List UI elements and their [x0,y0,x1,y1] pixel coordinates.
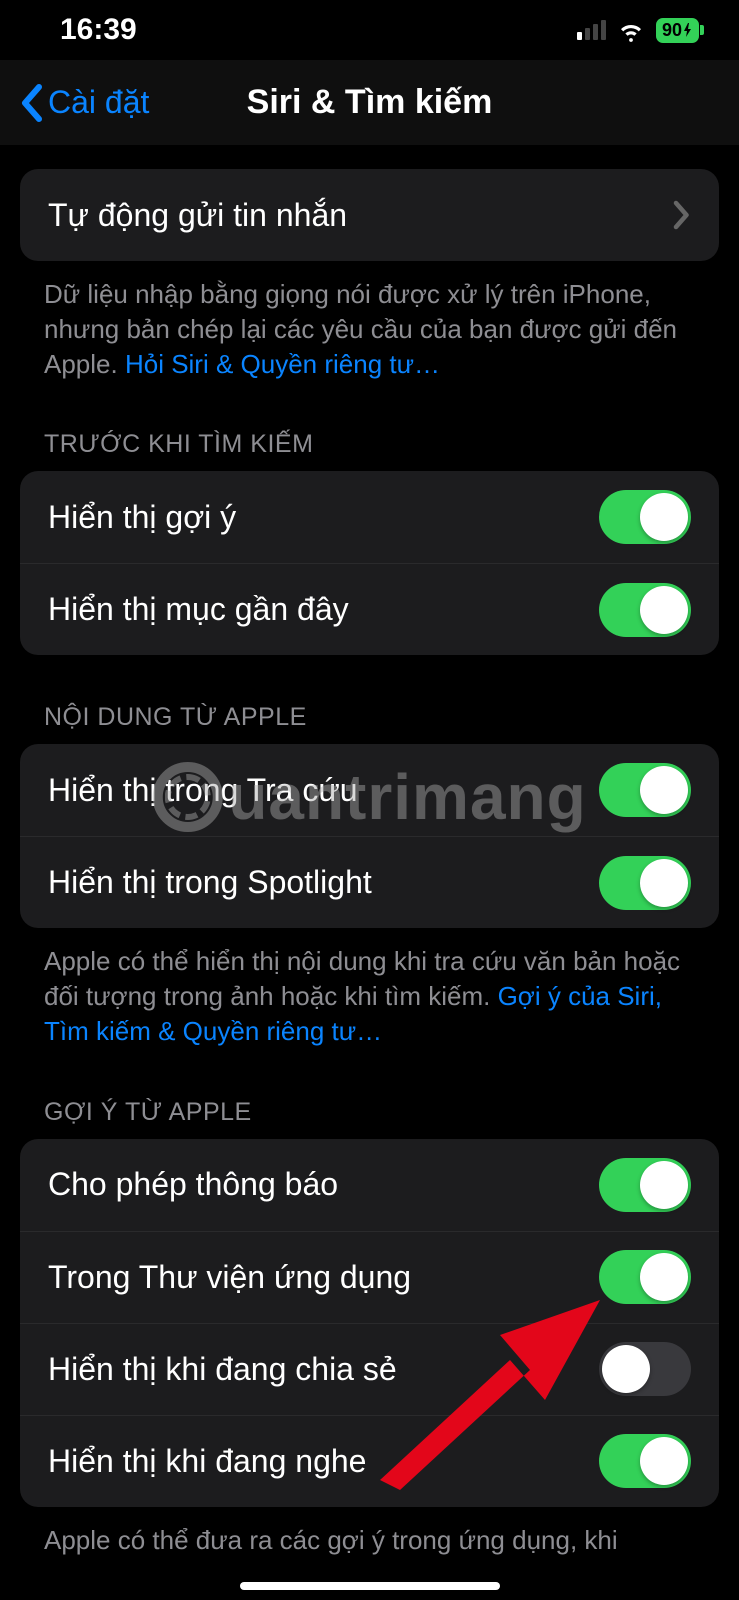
link-siri-privacy[interactable]: Hỏi Siri & Quyền riêng tư… [125,349,440,379]
chevron-left-icon [18,83,44,123]
footer-bottom-partial: Apple có thể đưa ra các gợi ý trong ứng … [20,1507,719,1558]
back-button[interactable]: Cài đặt [18,83,149,123]
toggle-show-suggestions[interactable] [599,490,691,544]
row-show-suggestions[interactable]: Hiển thị gợi ý [20,471,719,563]
toggle-show-when-sharing[interactable] [599,1342,691,1396]
section-header-before-search: TRƯỚC KHI TÌM KIẾM [20,382,719,471]
chevron-right-icon [673,200,691,230]
row-label: Hiển thị khi đang chia sẻ [48,1351,397,1388]
section-header-apple-content: NỘI DUNG TỪ APPLE [20,655,719,744]
row-show-recents[interactable]: Hiển thị mục gần đây [20,563,719,655]
toggle-in-app-library[interactable] [599,1250,691,1304]
group-auto-send: Tự động gửi tin nhắn [20,169,719,261]
toggle-show-when-listening[interactable] [599,1434,691,1488]
toggle-show-recents[interactable] [599,583,691,637]
row-label: Trong Thư viện ứng dụng [48,1259,411,1296]
row-label: Tự động gửi tin nhắn [48,197,347,234]
row-label: Hiển thị khi đang nghe [48,1443,366,1480]
status-time: 16:39 [60,13,137,47]
home-indicator[interactable] [240,1582,500,1590]
row-label: Hiển thị trong Spotlight [48,864,372,901]
row-show-when-sharing[interactable]: Hiển thị khi đang chia sẻ [20,1323,719,1415]
group-apple-content: Hiển thị trong Tra cứu Hiển thị trong Sp… [20,744,719,928]
row-label: Hiển thị trong Tra cứu [48,772,358,809]
battery-indicator: 90 [656,18,699,43]
toggle-allow-notifications[interactable] [599,1158,691,1212]
row-show-in-spotlight[interactable]: Hiển thị trong Spotlight [20,836,719,928]
wifi-icon [616,15,646,45]
row-show-in-lookup[interactable]: Hiển thị trong Tra cứu [20,744,719,836]
footer-voice-privacy: Dữ liệu nhập bằng giọng nói được xử lý t… [20,261,719,382]
row-show-when-listening[interactable]: Hiển thị khi đang nghe [20,1415,719,1507]
row-in-app-library[interactable]: Trong Thư viện ứng dụng [20,1231,719,1323]
row-label: Hiển thị mục gần đây [48,591,349,628]
group-before-search: Hiển thị gợi ý Hiển thị mục gần đây [20,471,719,655]
toggle-show-in-lookup[interactable] [599,763,691,817]
row-label: Cho phép thông báo [48,1166,338,1203]
row-allow-notifications[interactable]: Cho phép thông báo [20,1139,719,1231]
row-auto-send-messages[interactable]: Tự động gửi tin nhắn [20,169,719,261]
page-title: Siri & Tìm kiếm [247,83,493,122]
status-indicators: 90 [577,15,699,45]
navigation-bar: Cài đặt Siri & Tìm kiếm [0,60,739,145]
back-label: Cài đặt [48,84,149,121]
cellular-signal-icon [577,20,606,40]
group-apple-suggestions: Cho phép thông báo Trong Thư viện ứng dụ… [20,1139,719,1507]
footer-apple-content: Apple có thể hiển thị nội dung khi tra c… [20,928,719,1049]
toggle-show-in-spotlight[interactable] [599,856,691,910]
section-header-apple-suggestions: GỢI Ý TỪ APPLE [20,1050,719,1139]
row-label: Hiển thị gợi ý [48,499,236,536]
status-bar: 16:39 90 [0,0,739,60]
